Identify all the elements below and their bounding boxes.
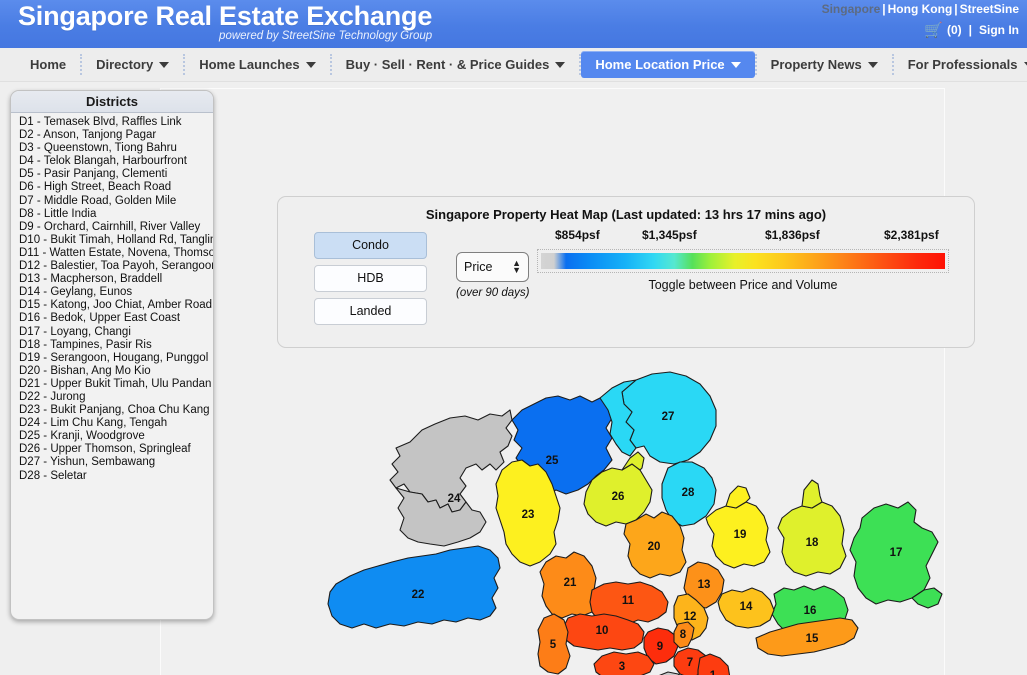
district-zone-5[interactable] (537, 613, 571, 675)
district-item[interactable]: D4 - Telok Blangah, Harbourfront (19, 155, 213, 168)
nav-label: Directory (96, 57, 154, 72)
singapore-heat-map[interactable]: 24 25 27 28 26 23 22 21 20 19 18 17 16 1… (160, 352, 950, 675)
nav-label: For Professionals (907, 57, 1018, 72)
legend-label-3: $1,836psf (765, 228, 820, 242)
legend-label-1: $854psf (555, 228, 600, 242)
nav-label: Buy · Sell · Rent · & Price Guides (345, 57, 550, 72)
chevron-down-icon (1023, 61, 1027, 68)
district-zone-20[interactable] (623, 511, 687, 579)
district-zone-1[interactable] (697, 653, 731, 675)
cart-count: (0) (946, 22, 962, 37)
shopping-cart-icon[interactable]: 🛒 (924, 23, 943, 38)
legend-label-2: $1,345psf (642, 228, 697, 242)
district-item[interactable]: D5 - Pasir Panjang, Clementi (19, 168, 213, 181)
nav-item-property-news[interactable]: Property News (757, 48, 892, 81)
legend-label-4: $2,381psf (884, 228, 939, 242)
legend-toggle-text[interactable]: Toggle between Price and Volume (537, 278, 949, 292)
district-item[interactable]: D6 - High Street, Beach Road (19, 181, 213, 194)
district-item[interactable]: D9 - Orchard, Cairnhill, River Valley (19, 221, 213, 234)
district-item[interactable]: D10 - Bukit Timah, Holland Rd, Tanglin (19, 234, 213, 247)
price-legend: $854psf $1,345psf $1,836psf $2,381psf To… (537, 228, 949, 292)
district-item[interactable]: D8 - Little India (19, 208, 213, 221)
chevron-down-icon (730, 61, 741, 68)
district-zone-15[interactable] (755, 617, 859, 657)
region-link-streetsine[interactable]: StreetSine (960, 2, 1019, 16)
district-item[interactable]: D7 - Middle Road, Golden Mile (19, 195, 213, 208)
district-zone-22[interactable] (327, 545, 501, 629)
property-type-condo-button[interactable]: Condo (314, 232, 427, 259)
account-bar: 🛒 (0) | Sign In (924, 22, 1019, 39)
district-zone-21[interactable] (539, 551, 599, 619)
heatmap-panel-body: Condo HDB Landed PriceVolume ▲▼ (over 90… (278, 222, 974, 332)
link-separator-2: | (954, 2, 958, 16)
nav-item-buy-sell-rent[interactable]: Buy · Sell · Rent · & Price Guides (332, 48, 580, 81)
district-zone-27[interactable] (621, 371, 717, 465)
district-item[interactable]: D16 - Bedok, Upper East Coast (19, 312, 213, 325)
main-navigation: Home Directory Home Launches Buy · Sell … (0, 48, 1027, 82)
heatmap-control-panel: Singapore Property Heat Map (Last update… (277, 196, 975, 348)
page-content: Districts D1 - Temasek Blvd, Raffles Lin… (0, 82, 1027, 675)
legend-labels: $854psf $1,345psf $1,836psf $2,381psf (537, 228, 949, 244)
metric-select-wrap: PriceVolume ▲▼ (over 90 days) (456, 252, 536, 299)
nav-item-for-professionals[interactable]: For Professionals (894, 48, 1027, 81)
district-item[interactable]: D1 - Temasek Blvd, Raffles Link (19, 116, 213, 129)
site-header: Singapore Real Estate Exchange powered b… (0, 0, 1027, 48)
district-item[interactable]: D14 - Geylang, Eunos (19, 286, 213, 299)
heatmap-title: Singapore Property Heat Map (Last update… (425, 207, 827, 222)
nav-label: Home (30, 57, 67, 72)
link-separator-1: | (882, 2, 886, 16)
district-zone-19[interactable] (705, 501, 771, 569)
district-zone-8[interactable] (673, 621, 695, 649)
district-item[interactable]: D3 - Queenstown, Tiong Bahru (19, 142, 213, 155)
chevron-down-icon (555, 61, 566, 68)
region-link-singapore[interactable]: Singapore (822, 2, 881, 16)
property-type-hdb-button[interactable]: HDB (314, 265, 427, 292)
metric-select[interactable]: PriceVolume (456, 252, 529, 282)
district-item[interactable]: D2 - Anson, Tanjong Pagar (19, 129, 213, 142)
property-type-buttons: Condo HDB Landed (314, 232, 427, 331)
district-item[interactable]: D12 - Balestier, Toa Payoh, Serangoon (19, 260, 213, 273)
district-zone-3[interactable] (593, 651, 655, 675)
property-type-landed-button[interactable]: Landed (314, 298, 427, 325)
district-item[interactable]: D13 - Macpherson, Braddell (19, 273, 213, 286)
chevron-down-icon (305, 61, 316, 68)
district-zones (327, 371, 943, 675)
nav-item-home-location-price[interactable]: Home Location Price (581, 51, 755, 78)
districts-title: Districts (11, 91, 213, 113)
nav-item-home-launches[interactable]: Home Launches (185, 48, 329, 81)
district-item[interactable]: D17 - Loyang, Changi (19, 326, 213, 339)
nav-item-home[interactable]: Home (16, 48, 80, 81)
region-links: Singapore | Hong Kong | StreetSine (822, 2, 1019, 16)
nav-label: Property News (770, 57, 862, 72)
chevron-down-icon (159, 61, 170, 68)
legend-gradient-bar (541, 253, 945, 269)
sign-in-link[interactable]: Sign In (979, 23, 1019, 37)
region-link-hong-kong[interactable]: Hong Kong (888, 2, 953, 16)
chevron-down-icon (867, 61, 878, 68)
district-item[interactable]: D15 - Katong, Joo Chiat, Amber Road (19, 299, 213, 312)
nav-label: Home Launches (199, 57, 300, 72)
nav-item-directory[interactable]: Directory (82, 48, 183, 81)
nav-label: Home Location Price (595, 57, 725, 72)
district-zone-18[interactable] (801, 479, 823, 509)
brand-block[interactable]: Singapore Real Estate Exchange powered b… (18, 0, 432, 43)
brand-title: Singapore Real Estate Exchange (18, 1, 433, 31)
district-zone-14[interactable] (717, 587, 775, 629)
district-item[interactable]: D18 - Tampines, Pasir Ris (19, 339, 213, 352)
period-note: (over 90 days) (456, 287, 530, 299)
district-zone-18[interactable] (777, 501, 847, 577)
link-separator-3: | (968, 22, 972, 37)
district-zone-17[interactable] (849, 501, 939, 605)
legend-bar-frame (537, 249, 949, 273)
district-item[interactable]: D11 - Watten Estate, Novena, Thomson (19, 247, 213, 260)
